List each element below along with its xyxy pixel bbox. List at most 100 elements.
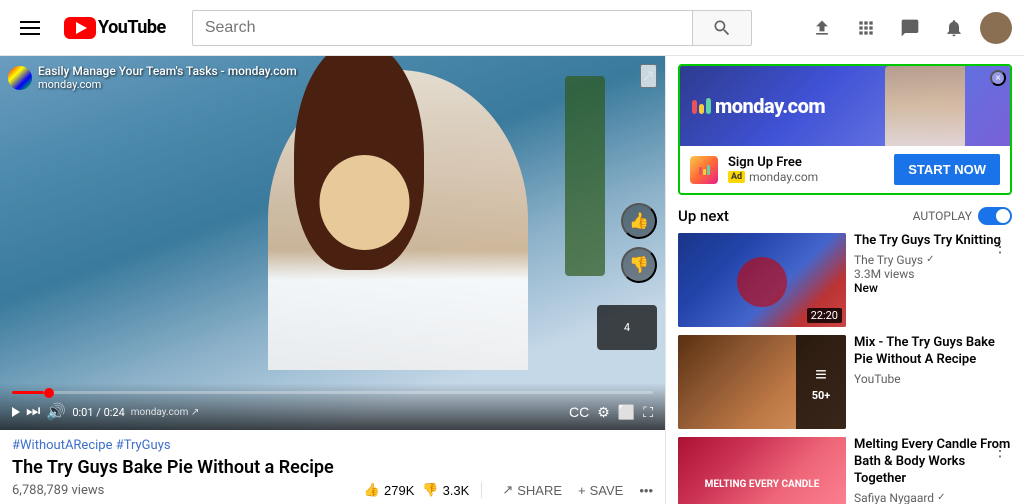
progress-dot [44,388,54,398]
autoplay-row: AUTOPLAY [913,207,1012,225]
apps-button[interactable] [848,10,884,46]
video-ad-title: Easily Manage Your Team's Tasks - monday… [38,64,297,91]
time-display: 0:01 / 0:24 [72,406,124,419]
thumbs-down-button[interactable]: 👎 [621,247,657,283]
video-section: Easily Manage Your Team's Tasks - monday… [0,56,665,504]
ad-container: monday.com × Sign Up F [678,64,1012,195]
search-input[interactable] [192,10,692,46]
dislike-button[interactable]: 👎 3.3K [422,482,469,498]
thumbs-up-icon: 👍 [364,482,380,498]
next-button[interactable]: ⏭ [26,403,40,421]
volume-button[interactable]: 🔊 [46,402,66,422]
playlist-overlay: ≡ 50+ [796,335,846,429]
subtitles-button[interactable]: CC [569,404,589,420]
playlist-icon: ≡ [815,362,827,387]
hamburger-menu[interactable] [12,10,48,46]
miniplayer-button[interactable]: ⬜ [618,404,635,421]
ad-bottom: Sign Up Free Ad monday.com START NOW [680,146,1010,193]
monday-logo-text: monday.com [715,94,825,118]
card-channel-2: YouTube [854,372,1012,386]
card-title-2: Mix - The Try Guys Bake Pie Without A Re… [854,335,1012,369]
search-button[interactable] [692,10,752,46]
more-button[interactable]: ••• [639,483,653,498]
card-thumbnail-2: ≡ 50+ [678,335,846,429]
sidebar: monday.com × Sign Up F [665,56,1024,504]
like-dislike-group: 👍 279K 👎 3.3K [364,482,483,498]
search-bar [192,10,752,46]
verified-icon-1: ✓ [926,254,934,265]
messages-icon [900,18,920,38]
upload-button[interactable] [804,10,840,46]
ad-close-button[interactable]: × [990,70,1006,86]
video-info: #WithoutARecipe #TryGuys The Try Guys Ba… [0,430,665,504]
card-duration-1: 22:20 [807,308,842,323]
play-button[interactable] [12,407,20,417]
card-menu-1[interactable]: ⋮ [992,237,1008,256]
youtube-logo[interactable]: YouTube [64,17,166,39]
share-icon: ↗ [502,482,513,498]
autoplay-toggle[interactable] [978,207,1012,225]
settings-button[interactable]: ⚙ [597,404,610,421]
dislike-count: 3.3K [443,483,470,498]
ad-title: Sign Up Free [728,155,884,170]
card-status-1: New [854,281,1012,295]
share-button[interactable]: ↗ SHARE [502,482,562,498]
card-channel-row-1: The Try Guys ✓ [854,253,1012,267]
upload-icon [812,18,832,38]
share-icon-overlay[interactable]: ↗ [640,64,657,88]
card-channel-1: The Try Guys [854,253,923,267]
card-thumbnail-3: MELTING EVERY CANDLE 27:55 [678,437,846,504]
thumbs-down-icon: 👎 [422,482,438,498]
bell-icon [944,18,964,38]
search-icon [712,18,732,38]
ad-woman-image [885,66,965,146]
fullscreen-button[interactable]: ⛶ [643,404,653,421]
ad-image: monday.com × [680,66,1010,146]
video-controls: ⏭ 🔊 0:01 / 0:24 monday.com ↗ CC ⚙ [0,383,665,430]
video-card-1[interactable]: 22:20 The Try Guys Try Knitting The Try … [678,233,1012,327]
views-row: 6,788,789 views 👍 279K 👎 3.3K ↗ [12,482,653,498]
channel-label: monday.com ↗ [131,407,199,418]
card-channel-3: Safiya Nygaard [854,491,934,504]
header: YouTube [0,0,1024,56]
save-button[interactable]: + SAVE [578,483,623,498]
video-title: The Try Guys Bake Pie Without a Recipe [12,457,653,478]
save-icon: + [578,483,586,498]
hashtags[interactable]: #WithoutARecipe #TryGuys [12,438,653,453]
card-title-1: The Try Guys Try Knitting [854,233,1012,250]
thumbs-up-button[interactable]: 👍 [621,203,657,239]
avatar[interactable] [980,12,1012,44]
card-menu-3[interactable]: ⋮ [992,441,1008,460]
youtube-logo-icon [64,17,96,39]
thumbs-area: 👍 👎 [621,203,657,283]
hamburger-icon [12,13,48,43]
toggle-dot [996,209,1010,223]
channel-icon-small [8,66,32,90]
video-card-2[interactable]: ≡ 50+ Mix - The Try Guys Bake Pie Withou… [678,335,1012,429]
youtube-logo-text: YouTube [98,17,166,38]
ad-badge: Ad [728,171,745,183]
progress-bar[interactable] [12,391,653,394]
main-content: Easily Manage Your Team's Tasks - monday… [0,56,1024,504]
card-info-1: The Try Guys Try Knitting The Try Guys ✓… [854,233,1012,327]
messages-button[interactable] [892,10,928,46]
card-title-3: Melting Every Candle From Bath & Body Wo… [854,437,1012,488]
autoplay-label: AUTOPLAY [913,209,972,223]
card-views-1: 3.3M views [854,267,1012,281]
card-info-3: Melting Every Candle From Bath & Body Wo… [854,437,1012,504]
header-right [804,10,1012,46]
video-player[interactable]: Easily Manage Your Team's Tasks - monday… [0,56,665,430]
video-card-3[interactable]: MELTING EVERY CANDLE 27:55 Melting Every… [678,437,1012,504]
like-button[interactable]: 👍 279K [364,482,415,498]
ad-text-group: Sign Up Free Ad monday.com [728,155,884,184]
start-now-button[interactable]: START NOW [894,154,1000,185]
like-count: 279K [384,483,414,498]
playlist-thumbnail[interactable]: 4 [597,305,657,350]
up-next-header: Up next AUTOPLAY [678,207,1012,225]
bottom-left-info: ⏭ 🔊 0:01 / 0:24 monday.com ↗ [12,402,199,422]
apps-icon [856,18,876,38]
play-icon [12,407,20,417]
view-count: 6,788,789 views [12,483,104,498]
notifications-button[interactable] [936,10,972,46]
card-channel-row-3: Safiya Nygaard ✓ [854,491,1012,504]
